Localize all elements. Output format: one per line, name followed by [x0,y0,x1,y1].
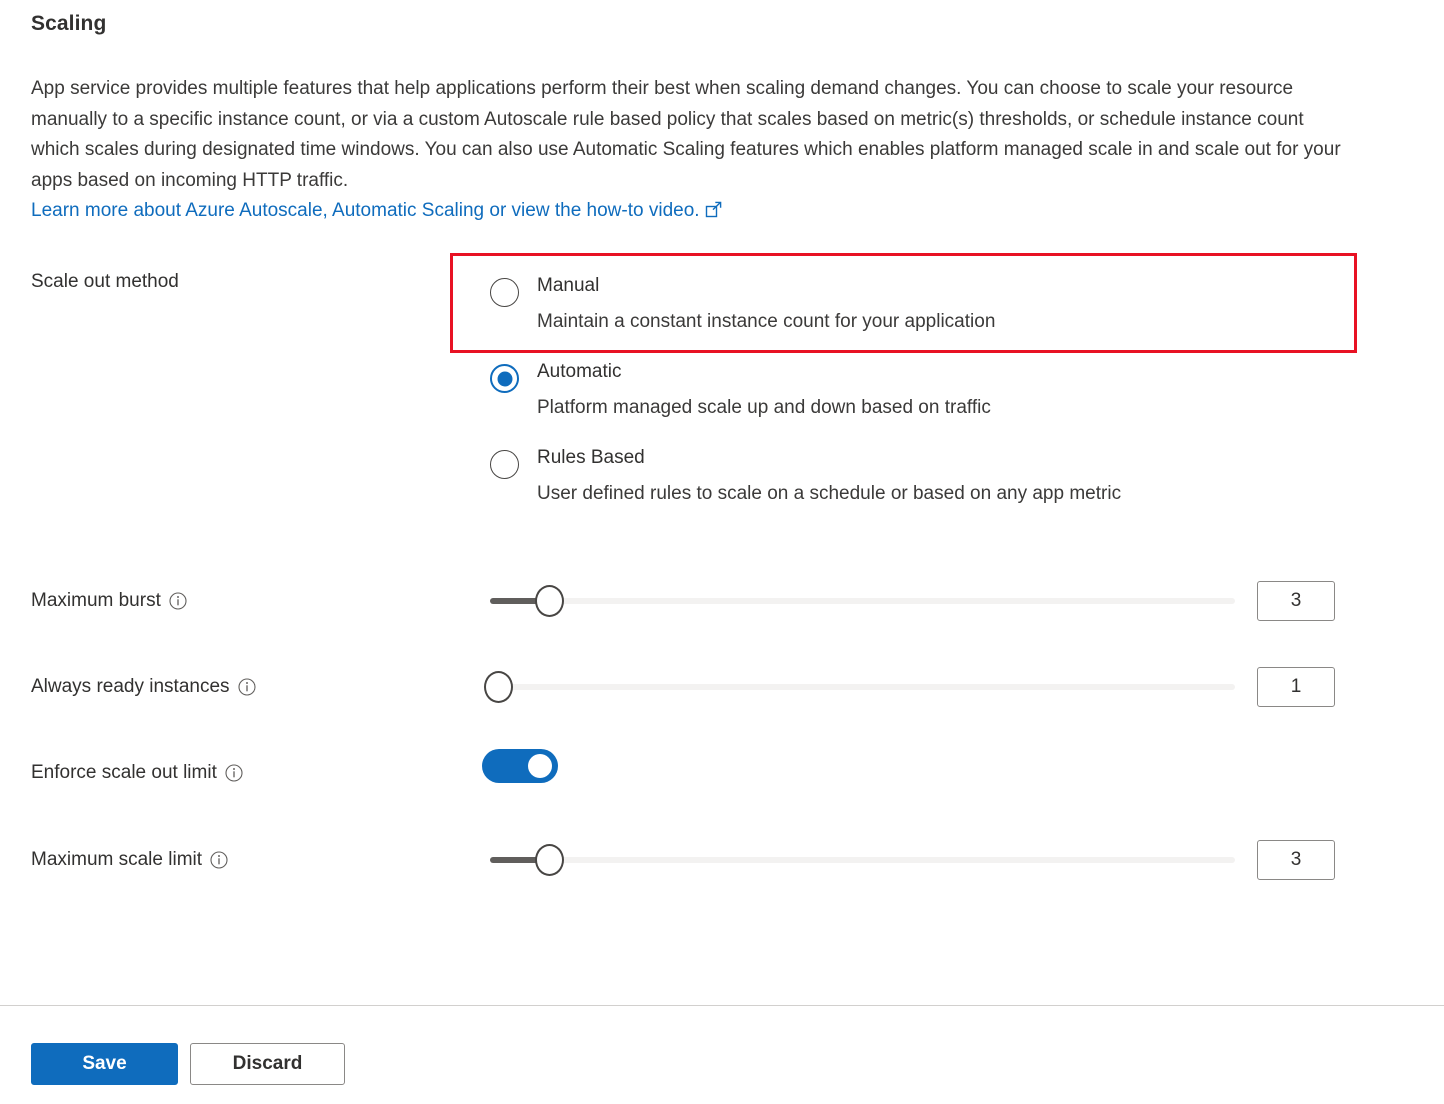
slider-track[interactable] [490,598,1235,604]
page-title: Scaling [31,12,107,35]
info-icon[interactable] [237,678,256,696]
maximum-scale-limit-value-input[interactable] [1257,840,1335,880]
maximum-scale-limit-label-text: Maximum scale limit [31,849,203,870]
description-text: App service provides multiple features t… [31,78,1341,191]
radio-option-automatic[interactable]: Automatic Platform managed scale up and … [490,359,1290,421]
radio-label-automatic: Automatic [537,361,622,382]
footer-separator [0,1005,1444,1006]
enforce-scale-out-limit-label-text: Enforce scale out limit [31,762,217,783]
slider-thumb[interactable] [535,585,564,617]
info-icon[interactable] [169,592,187,610]
radio-option-rules-based[interactable]: Rules Based User defined rules to scale … [490,445,1290,507]
maximum-scale-limit-label: Maximum scale limit [31,849,228,871]
scale-out-method-label-text: Scale out method [31,271,179,292]
radio-circle-manual[interactable] [490,278,519,307]
maximum-burst-label: Maximum burst [31,590,187,612]
radio-description-manual: Maintain a constant instance count for y… [537,311,996,332]
always-ready-instances-slider[interactable] [484,671,1235,703]
slider-track[interactable] [490,857,1235,863]
radio-circle-rules-based[interactable] [490,450,519,479]
radio-label-manual: Manual [537,275,600,296]
maximum-scale-limit-slider[interactable] [490,844,1235,876]
maximum-burst-label-text: Maximum burst [31,590,161,611]
save-button[interactable]: Save [31,1043,178,1085]
scale-out-method-radio-group[interactable]: Manual Maintain a constant instance coun… [490,273,1290,507]
learn-more-link[interactable]: Learn more about Azure Autoscale, Automa… [31,200,700,221]
slider-thumb[interactable] [535,844,564,876]
enforce-scale-out-limit-label: Enforce scale out limit [31,762,243,784]
external-link-icon[interactable] [705,198,722,218]
radio-circle-automatic[interactable] [490,364,519,393]
scaling-description: App service provides multiple features t… [31,74,1351,227]
maximum-burst-slider[interactable] [490,585,1235,617]
always-ready-instances-label: Always ready instances [31,676,256,698]
maximum-burst-value-input[interactable] [1257,581,1335,621]
slider-track[interactable] [490,684,1235,690]
radio-description-rules-based: User defined rules to scale on a schedul… [537,483,1122,504]
radio-description-automatic: Platform managed scale up and down based… [537,397,991,418]
radio-option-manual[interactable]: Manual Maintain a constant instance coun… [490,273,1290,335]
always-ready-instances-value-input[interactable] [1257,667,1335,707]
info-icon[interactable] [210,851,228,869]
radio-label-rules-based: Rules Based [537,447,645,468]
scaling-settings-page: Scaling App service provides multiple fe… [0,0,1444,1104]
always-ready-instances-label-text: Always ready instances [31,676,230,697]
enforce-scale-out-limit-toggle[interactable] [482,749,558,783]
toggle-knob [528,754,552,778]
discard-button[interactable]: Discard [190,1043,345,1085]
slider-thumb[interactable] [484,671,513,703]
scale-out-method-label: Scale out method [31,271,179,293]
info-icon[interactable] [225,764,243,782]
